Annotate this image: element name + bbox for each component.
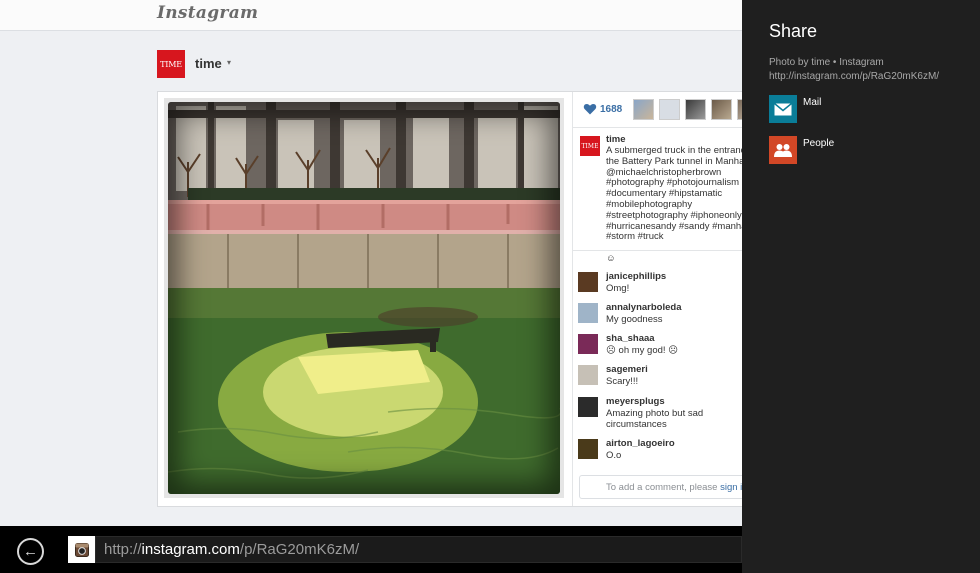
like-count[interactable]: 1688 [600, 104, 622, 115]
share-source: Photo by time • Instagram [769, 57, 884, 68]
likes-bar: 1688 [573, 92, 742, 128]
sign-in-link[interactable]: sign in [720, 482, 742, 493]
comment-text: My goodness [606, 314, 663, 325]
commenter-avatar[interactable] [578, 397, 598, 417]
share-target-label: People [803, 138, 835, 149]
commenter-name[interactable]: sha_shaaa [606, 333, 655, 344]
commenter-name[interactable]: janicephillips [606, 271, 666, 282]
share-url: http://instagram.com/p/RaG20mK6zM/ [769, 71, 940, 82]
commenter-avatar[interactable] [578, 303, 598, 323]
add-comment-field[interactable]: To add a comment, please sign in [579, 475, 742, 499]
share-charm: Share Photo by time • Instagram http://i… [742, 0, 980, 573]
share-description: Photo by time • Instagram http://instagr… [769, 56, 939, 84]
share-target-label: Mail [803, 97, 822, 108]
share-title: Share [769, 21, 818, 41]
url-field[interactable]: http://instagram.com/p/RaG20mK6zM/ [95, 536, 742, 563]
mail-tile[interactable] [769, 95, 797, 123]
comment-fragment: ☺ [606, 253, 616, 264]
caption-line: the Battery Park tunnel in Manhattan [606, 155, 742, 167]
back-button[interactable]: ← [17, 538, 44, 565]
liker-avatar[interactable] [633, 99, 654, 120]
url-host: instagram.com [141, 541, 240, 558]
mail-icon [774, 102, 792, 115]
commenter-name[interactable]: sagemeri [606, 364, 648, 375]
liker-avatar[interactable] [659, 99, 680, 120]
commenter-name[interactable]: annalynarboleda [606, 302, 682, 313]
share-target-people[interactable]: People [769, 136, 969, 164]
commenter-avatar[interactable] [578, 439, 598, 459]
heart-icon[interactable] [583, 102, 597, 116]
site-favicon [68, 536, 95, 563]
photo-frame [164, 98, 564, 498]
caption-line[interactable]: #streetphotography #iphoneonly [606, 210, 742, 222]
caption-line[interactable]: #storm #truck [606, 232, 742, 243]
comment-text: Omg! [606, 283, 630, 294]
commenter-name[interactable]: airton_lagoeiro [606, 438, 675, 449]
caption-username[interactable]: time [606, 134, 626, 145]
caption-text: A submerged truck in the entrance to the… [606, 145, 742, 243]
commenter-name[interactable]: meyersplugs [606, 396, 665, 407]
site-header: Instagram [0, 0, 742, 31]
url-scheme: http:// [104, 541, 142, 558]
people-icon [774, 144, 792, 157]
add-comment-prompt: To add a comment, please [606, 482, 721, 493]
comment-text: Scary!!! [606, 376, 639, 387]
post-card: 1688 TIME time A submerged truck in the … [157, 91, 742, 507]
share-target-mail[interactable]: Mail [769, 95, 969, 123]
post-photo[interactable] [168, 102, 560, 494]
webpage: Instagram TIME time ▾ 1688 TIME time A s… [0, 0, 742, 526]
chevron-down-icon[interactable]: ▾ [227, 58, 231, 67]
profile-avatar[interactable]: TIME [157, 50, 185, 78]
post-caption: TIME time A submerged truck in the entra… [573, 129, 742, 251]
commenter-avatar[interactable] [578, 272, 598, 292]
liker-avatar[interactable] [711, 99, 732, 120]
commenter-avatar[interactable] [578, 365, 598, 385]
camera-icon [74, 542, 89, 557]
browser-address-bar: ← http://instagram.com/p/RaG20mK6zM/ [0, 526, 742, 573]
commenter-avatar[interactable] [578, 334, 598, 354]
profile-name[interactable]: time [195, 56, 222, 71]
people-tile[interactable] [769, 136, 797, 164]
url-path: /p/RaG20mK6zM/ [239, 541, 360, 558]
comment-text: ☹ oh my god! ☹ [606, 345, 679, 356]
comment-text: O.o [606, 450, 622, 461]
comment-text: Amazing photo but sad circumstances [606, 408, 704, 430]
screen: Instagram TIME time ▾ 1688 TIME time A s… [0, 0, 980, 573]
liker-avatar[interactable] [685, 99, 706, 120]
caption-avatar[interactable]: TIME [580, 136, 600, 156]
instagram-logo[interactable]: Instagram [157, 3, 258, 23]
